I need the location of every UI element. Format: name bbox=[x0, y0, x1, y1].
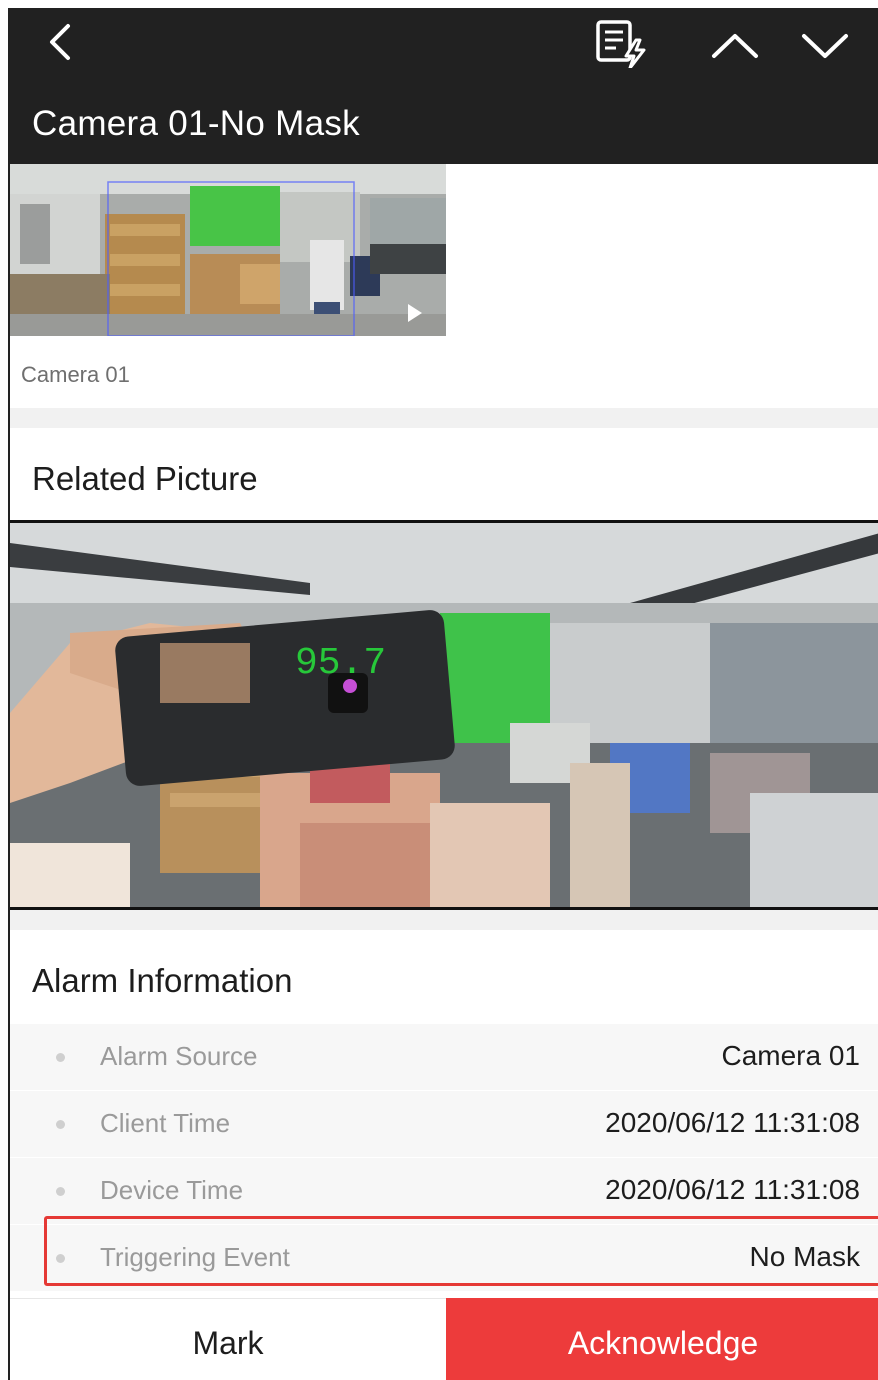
top-bar: Camera 01-No Mask bbox=[10, 8, 878, 164]
alarm-information-heading: Alarm Information bbox=[32, 962, 293, 999]
bullet-icon bbox=[56, 1120, 65, 1129]
triggering-event-label: Triggering Event bbox=[100, 1242, 290, 1272]
captured-picture-image: 95.7 bbox=[10, 523, 878, 907]
alarm-source-value: Camera 01 bbox=[721, 1040, 860, 1071]
alarm-info-row: Triggering Event No Mask bbox=[10, 1225, 878, 1291]
related-picture[interactable]: 95.7 bbox=[10, 520, 878, 910]
bullet-icon bbox=[56, 1187, 65, 1196]
device-time-label: Device Time bbox=[100, 1175, 244, 1205]
section-divider bbox=[10, 910, 878, 930]
acknowledge-button[interactable]: Acknowledge bbox=[446, 1298, 878, 1380]
event-list-icon[interactable] bbox=[594, 18, 650, 68]
alarm-detail-screen: Camera 01-No Mask Camera 01 Related Pict… bbox=[8, 8, 878, 1380]
mark-button[interactable]: Mark bbox=[10, 1298, 446, 1380]
client-time-value: 2020/06/12 11:31:08 bbox=[605, 1107, 860, 1138]
bullet-icon bbox=[56, 1254, 65, 1263]
device-time-value: 2020/06/12 11:31:08 bbox=[605, 1174, 860, 1205]
alarm-info-row: Alarm Source Camera 01 bbox=[10, 1024, 878, 1090]
related-picture-heading: Related Picture bbox=[32, 460, 258, 497]
triggering-event-value: No Mask bbox=[749, 1241, 860, 1272]
camera-name-label: Camera 01 bbox=[21, 362, 130, 387]
chevron-down-icon[interactable] bbox=[800, 30, 850, 64]
client-time-label: Client Time bbox=[100, 1108, 231, 1138]
camera-video-thumbnail[interactable] bbox=[10, 164, 446, 336]
chevron-up-icon[interactable] bbox=[710, 28, 760, 62]
back-chevron-icon[interactable] bbox=[42, 22, 78, 62]
bullet-icon bbox=[56, 1053, 65, 1062]
alarm-info-row: Device Time 2020/06/12 11:31:08 bbox=[10, 1158, 878, 1224]
page-title: Camera 01-No Mask bbox=[32, 104, 360, 143]
action-bar: Mark Acknowledge bbox=[10, 1298, 878, 1380]
temperature-overlay: 95.7 bbox=[295, 642, 386, 685]
alarm-info-row: Client Time 2020/06/12 11:31:08 bbox=[10, 1091, 878, 1157]
section-divider bbox=[10, 408, 878, 428]
alarm-source-label: Alarm Source bbox=[100, 1041, 258, 1071]
camera-scene-image bbox=[10, 164, 446, 336]
